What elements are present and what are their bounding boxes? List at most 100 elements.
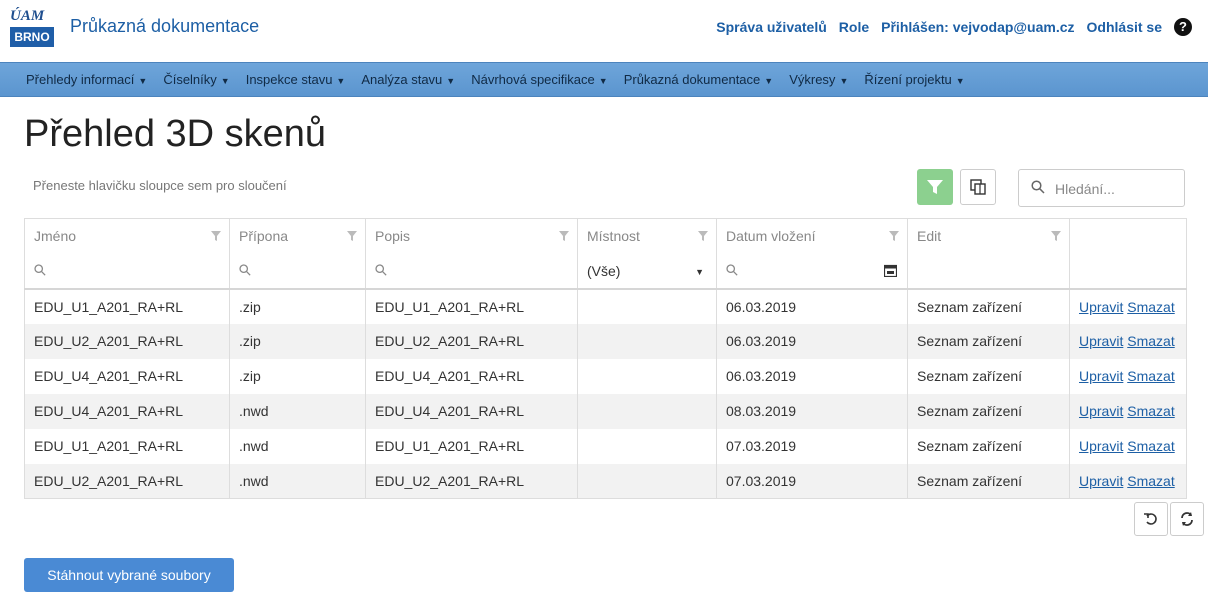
menu-vykresy[interactable]: Výkresy ▼ (789, 72, 848, 87)
cell-date: 07.03.2019 (716, 428, 908, 464)
table-row[interactable]: EDU_U2_A201_RA+RL .zip EDU_U2_A201_RA+RL… (24, 323, 1187, 359)
device-list-link[interactable]: Seznam zařízení (907, 393, 1070, 429)
column-header-description[interactable]: Popis (365, 218, 578, 254)
filter-icon (927, 180, 943, 194)
filter-cell-description[interactable] (365, 253, 578, 290)
cell-date: 06.03.2019 (716, 288, 908, 324)
cell-actions: Upravit Smazat (1069, 323, 1187, 359)
search-input[interactable] (1053, 178, 1177, 200)
column-chooser-button[interactable] (960, 169, 996, 205)
cell-description: EDU_U1_A201_RA+RL (365, 288, 578, 324)
funnel-icon[interactable] (211, 231, 221, 241)
menu-label: Průkazná dokumentace (623, 72, 761, 87)
cell-actions: Upravit Smazat (1069, 393, 1187, 429)
funnel-icon[interactable] (347, 231, 357, 241)
table-row[interactable]: EDU_U1_A201_RA+RL .nwd EDU_U1_A201_RA+RL… (24, 428, 1187, 464)
filter-cell-extension[interactable] (229, 253, 366, 290)
menu-inspekce[interactable]: Inspekce stavu ▼ (246, 72, 346, 87)
menu-ciselniky[interactable]: Číselníky ▼ (163, 72, 229, 87)
table-row[interactable]: EDU_U1_A201_RA+RL .zip EDU_U1_A201_RA+RL… (24, 288, 1187, 324)
device-list-link[interactable]: Seznam zařízení (907, 463, 1070, 499)
funnel-icon[interactable] (698, 231, 708, 241)
edit-link[interactable]: Upravit (1079, 368, 1123, 384)
menu-prehledy[interactable]: Přehledy informací ▼ (26, 72, 147, 87)
search-icon (726, 263, 738, 276)
undo-icon (1144, 513, 1157, 525)
edit-link[interactable]: Upravit (1079, 333, 1123, 349)
column-header-room[interactable]: Místnost (577, 218, 717, 254)
delete-link[interactable]: Smazat (1127, 403, 1174, 419)
group-panel[interactable]: Přeneste hlavičku sloupce sem pro slouče… (33, 178, 287, 193)
help-icon[interactable]: ? (1174, 18, 1192, 36)
delete-link[interactable]: Smazat (1127, 438, 1174, 454)
delete-link[interactable]: Smazat (1127, 333, 1174, 349)
user-management-link[interactable]: Správa uživatelů (716, 19, 827, 35)
logo-text-bottom: BRNO (10, 27, 54, 47)
funnel-icon[interactable] (559, 231, 569, 241)
caret-down-icon: ▼ (220, 76, 230, 86)
funnel-icon[interactable] (889, 231, 899, 241)
cell-room (577, 393, 717, 429)
device-list-link[interactable]: Seznam zařízení (907, 323, 1070, 359)
delete-link[interactable]: Smazat (1127, 368, 1174, 384)
calendar-icon[interactable] (884, 264, 897, 277)
download-selected-button[interactable]: Stáhnout vybrané soubory (24, 558, 234, 592)
table-row[interactable]: EDU_U4_A201_RA+RL .zip EDU_U4_A201_RA+RL… (24, 358, 1187, 394)
caret-down-icon: ▼ (336, 76, 346, 86)
undo-button[interactable] (1134, 502, 1168, 536)
delete-link[interactable]: Smazat (1127, 299, 1174, 315)
funnel-icon[interactable] (1051, 231, 1061, 241)
edit-link[interactable]: Upravit (1079, 438, 1123, 454)
delete-link[interactable]: Smazat (1127, 473, 1174, 489)
edit-link[interactable]: Upravit (1079, 473, 1123, 489)
menu-prukazna[interactable]: Průkazná dokumentace ▼ (624, 72, 774, 87)
cell-room (577, 463, 717, 499)
menu-label: Řízení projektu (864, 72, 952, 87)
filter-toggle-button[interactable] (917, 169, 953, 205)
edit-link[interactable]: Upravit (1079, 403, 1123, 419)
column-header-label: Přípona (239, 228, 289, 245)
menu-label: Inspekce stavu (245, 72, 333, 87)
chevron-down-icon: ▼ (695, 266, 704, 277)
refresh-icon (1181, 512, 1193, 526)
app-title[interactable]: Průkazná dokumentace (70, 16, 259, 37)
cell-extension: .zip (229, 358, 366, 394)
menu-label: Číselníky (163, 72, 217, 87)
cell-description: EDU_U4_A201_RA+RL (365, 358, 578, 394)
filter-cell-date[interactable] (716, 253, 908, 290)
column-header-edit[interactable]: Edit (907, 218, 1070, 254)
cell-name: EDU_U2_A201_RA+RL (24, 463, 230, 499)
scans-table: Jméno Přípona Popis Místnost Datum vlože… (24, 218, 1187, 499)
logo-text-top: ÚAM (10, 8, 45, 24)
menu-label: Návrhová specifikace (471, 72, 595, 87)
cell-name: EDU_U1_A201_RA+RL (24, 428, 230, 464)
cell-date: 06.03.2019 (716, 323, 908, 359)
logout-link[interactable]: Odhlásit se (1087, 19, 1162, 35)
search-icon (239, 263, 251, 276)
table-row[interactable]: EDU_U2_A201_RA+RL .nwd EDU_U2_A201_RA+RL… (24, 463, 1187, 499)
refresh-button[interactable] (1170, 502, 1204, 536)
device-list-link[interactable]: Seznam zařízení (907, 288, 1070, 324)
search-box[interactable] (1018, 169, 1185, 207)
cell-description: EDU_U2_A201_RA+RL (365, 323, 578, 359)
column-header-name[interactable]: Jméno (24, 218, 230, 254)
device-list-link[interactable]: Seznam zařízení (907, 428, 1070, 464)
menu-rizeni[interactable]: Řízení projektu ▼ (864, 72, 964, 87)
menu-analyza[interactable]: Analýza stavu ▼ (361, 72, 455, 87)
column-header-extension[interactable]: Přípona (229, 218, 366, 254)
device-list-link[interactable]: Seznam zařízení (907, 358, 1070, 394)
uam-logo[interactable]: ÚAM BRNO (10, 6, 54, 48)
column-header-label: Edit (917, 228, 942, 245)
menu-navrhova[interactable]: Návrhová specifikace ▼ (471, 72, 607, 87)
table-row[interactable]: EDU_U4_A201_RA+RL .nwd EDU_U4_A201_RA+RL… (24, 393, 1187, 429)
filter-cell-name[interactable] (24, 253, 230, 290)
role-link[interactable]: Role (839, 19, 869, 35)
edit-link[interactable]: Upravit (1079, 299, 1123, 315)
column-header-date[interactable]: Datum vložení (716, 218, 908, 254)
filter-cell-edit (907, 253, 1070, 290)
room-filter-select[interactable]: (Vše) ▼ (577, 253, 717, 290)
cell-extension: .nwd (229, 463, 366, 499)
logged-in-user[interactable]: Přihlášen: vejvodap@uam.cz (881, 19, 1074, 35)
menu-label: Přehledy informací (26, 72, 135, 87)
column-chooser-icon (970, 179, 986, 195)
